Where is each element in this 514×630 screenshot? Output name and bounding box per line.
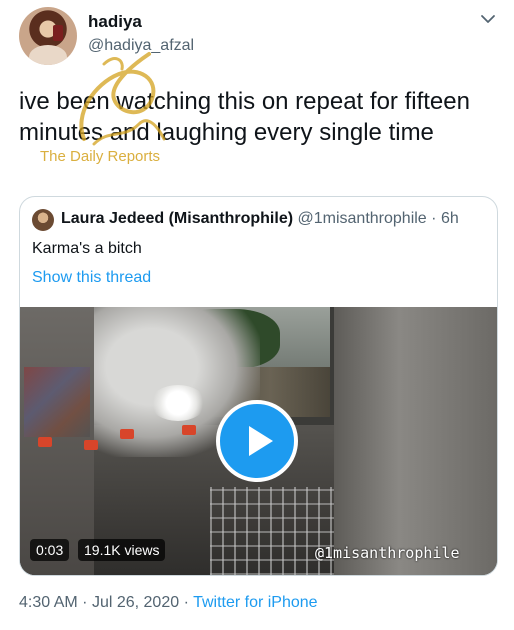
quoted-separator: ·: [431, 210, 437, 227]
video-timestamp: 0:03: [30, 539, 70, 561]
quoted-author-name[interactable]: Laura Jedeed (Misanthrophile): [61, 210, 293, 227]
video-player[interactable]: 0:03 19.1K views @1misanthrophile: [20, 307, 497, 575]
video-watermark: @1misanthrophile: [315, 544, 460, 562]
chevron-down-icon[interactable]: [479, 10, 497, 28]
meta-separator: ·: [183, 594, 189, 611]
video-scene-cone: [182, 425, 196, 435]
video-scene-cone: [120, 429, 134, 439]
video-view-count: 19.1K views: [78, 539, 166, 561]
tweet-meta: 4:30 AM · Jul 26, 2020 · Twitter for iPh…: [19, 594, 318, 612]
watermark-logo: [79, 52, 166, 146]
tweet-date[interactable]: Jul 26, 2020: [92, 594, 179, 611]
quoted-author-avatar[interactable]: [32, 209, 54, 231]
video-scene-blast: [150, 385, 206, 421]
meta-separator: ·: [82, 594, 88, 611]
video-scene-cone: [84, 440, 98, 450]
show-thread-link[interactable]: Show this thread: [32, 269, 151, 287]
video-scene-pillar: [334, 307, 497, 575]
video-scene-cone: [38, 437, 52, 447]
quoted-tweet-header: Laura Jedeed (Misanthrophile) @1misanthr…: [61, 210, 459, 228]
video-scene-graffiti: [24, 367, 90, 437]
quoted-author-handle[interactable]: @1misanthrophile: [298, 210, 427, 227]
avatar-shirt-detail: [29, 45, 67, 65]
quoted-tweet-card[interactable]: Laura Jedeed (Misanthrophile) @1misanthr…: [19, 196, 498, 576]
tweet-source-link[interactable]: Twitter for iPhone: [193, 594, 318, 611]
quoted-tweet-age[interactable]: 6h: [441, 210, 459, 227]
play-icon: [249, 426, 273, 456]
video-scene-wall: [20, 307, 94, 575]
author-name[interactable]: hadiya: [88, 12, 142, 32]
watermark-text: The Daily Reports: [40, 148, 161, 165]
play-button[interactable]: [216, 400, 298, 482]
tweet-time[interactable]: 4:30 AM: [19, 594, 78, 611]
quoted-tweet-text: Karma's a bitch: [32, 240, 142, 257]
avatar-phone-detail: [53, 25, 63, 41]
